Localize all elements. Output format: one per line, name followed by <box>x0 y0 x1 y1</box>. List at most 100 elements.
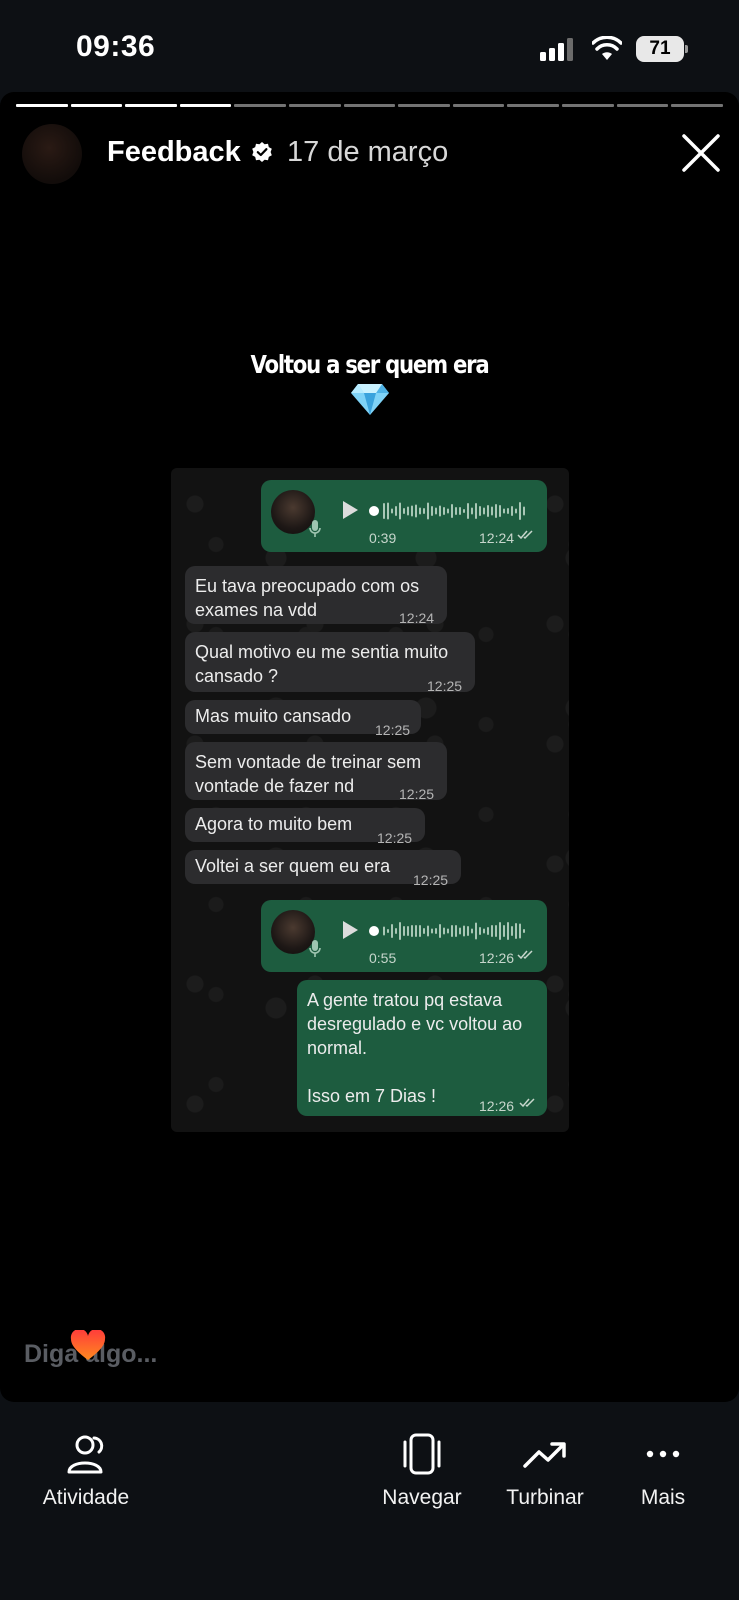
story-date: 17 de março <box>287 136 449 168</box>
waveform-bar <box>475 922 477 940</box>
waveform-bar <box>399 502 401 520</box>
waveform-bar <box>467 503 469 519</box>
waveform-bar <box>523 929 525 933</box>
message-text: Sem vontade de treinar sem vontade de fa… <box>195 752 422 796</box>
waveform-bar <box>391 924 393 938</box>
waveform-bar <box>423 508 425 514</box>
message-time: 12:25 <box>413 872 449 888</box>
waveform-bar <box>451 504 453 518</box>
microphone-icon <box>309 940 321 957</box>
voice-message[interactable]: 0:55 12:26 <box>261 900 547 972</box>
message-time: 12:26 <box>479 1098 515 1114</box>
waveform-bar <box>515 508 517 514</box>
waveform-bar <box>491 925 493 937</box>
waveform-bar <box>395 928 397 934</box>
waveform-bar <box>383 503 385 519</box>
heart-emoji-icon[interactable] <box>70 1330 106 1362</box>
battery-indicator: 71 <box>636 36 688 62</box>
waveform-bar <box>499 505 501 517</box>
incoming-message[interactable]: Eu tava preocupado com os exames na vdd … <box>185 566 447 626</box>
progress-segment <box>562 104 614 107</box>
close-icon[interactable] <box>678 130 724 176</box>
waveform-bar <box>495 504 497 518</box>
progress-segment <box>398 104 450 107</box>
account-name[interactable]: Feedback <box>107 136 241 169</box>
incoming-message[interactable]: Sem vontade de treinar sem vontade de fa… <box>185 742 447 802</box>
waveform-bar <box>471 928 473 934</box>
more-dots-icon <box>646 1450 680 1458</box>
waveform-bar <box>459 927 461 935</box>
incoming-message[interactable]: Qual motivo eu me sentia muito cansado ?… <box>185 632 475 694</box>
boost-label: Turbinar <box>506 1486 584 1509</box>
incoming-message[interactable]: Voltei a ser quem eu era 12:25 <box>185 850 461 888</box>
double-check-icon <box>517 950 533 960</box>
progress-segment <box>616 104 669 107</box>
more-button[interactable]: Mais <box>620 1432 706 1510</box>
voice-duration: 0:55 <box>369 950 397 966</box>
people-icon <box>67 1435 104 1474</box>
waveform-bar <box>475 503 477 519</box>
activity-button[interactable]: Atividade <box>36 1432 136 1510</box>
incoming-message[interactable]: Agora to muito bem 12:25 <box>185 808 425 846</box>
waveform-bar <box>471 507 473 515</box>
waveform-bar <box>443 507 445 515</box>
message-time: 12:24 <box>479 530 515 546</box>
browse-button[interactable]: Navegar <box>372 1432 472 1510</box>
waveform-bar <box>463 925 465 937</box>
progress-segment <box>234 104 287 107</box>
voice-message[interactable]: 0:39 12:24 <box>261 480 547 552</box>
audio-waveform[interactable] <box>369 920 529 942</box>
waveform-bar <box>391 508 393 514</box>
playhead-dot <box>369 926 379 936</box>
message-text: Eu tava preocupado com os exames na vdd <box>195 576 420 620</box>
message-time: 12:25 <box>375 722 411 738</box>
account-avatar[interactable] <box>22 124 82 184</box>
waveform-bar <box>435 928 437 934</box>
waveform-bar <box>431 506 433 516</box>
status-time: 09:36 <box>76 30 156 63</box>
waveform-bar <box>395 506 397 516</box>
waveform-bar <box>455 925 457 937</box>
audio-waveform[interactable] <box>369 500 529 522</box>
progress-segment <box>507 104 560 107</box>
progress-segment <box>16 104 68 107</box>
waveform-bar <box>451 925 453 937</box>
message-time: 12:25 <box>399 786 435 802</box>
message-time: 12:25 <box>427 678 463 694</box>
waveform-bar <box>483 928 485 934</box>
waveform-bar <box>491 506 493 516</box>
waveform-bar <box>463 509 465 513</box>
waveform-bar <box>455 507 457 515</box>
play-icon[interactable] <box>341 920 359 940</box>
waveform-bar <box>487 505 489 517</box>
story-viewer[interactable]: Feedback 17 de março Voltou a ser quem e… <box>0 92 739 1402</box>
waveform-bar <box>427 502 429 520</box>
message-time: 12:24 <box>399 610 435 626</box>
message-text: Voltei a ser quem eu era <box>195 856 391 876</box>
waveform-bar <box>415 504 417 518</box>
waveform-bar <box>479 927 481 935</box>
incoming-message[interactable]: Mas muito cansado 12:25 <box>185 700 421 738</box>
waveform-bar <box>383 926 385 936</box>
waveform-bar <box>519 923 521 939</box>
battery-tip <box>685 45 688 53</box>
progress-segment <box>179 104 232 107</box>
progress-segment <box>452 104 505 107</box>
outgoing-message[interactable]: A gente tratou pq estava desregulado e v… <box>297 980 547 1116</box>
progress-segment <box>125 104 177 107</box>
waveform-bar <box>503 925 505 937</box>
waveform-bar <box>387 502 389 520</box>
bottom-action-bar: Atividade Navegar Turbinar Mais <box>0 1402 739 1600</box>
waveform-bar <box>411 505 413 517</box>
message-text: Mas muito cansado <box>195 706 352 726</box>
waveform-bar <box>523 506 525 516</box>
waveform-bar <box>439 505 441 517</box>
double-check-icon <box>519 1098 535 1108</box>
waveform-bar <box>499 922 501 940</box>
waveform-bar <box>431 928 433 934</box>
waveform-bar <box>443 927 445 935</box>
boost-button[interactable]: Turbinar <box>494 1432 596 1510</box>
play-icon[interactable] <box>341 500 359 520</box>
waveform-bar <box>387 929 389 933</box>
waveform-bar <box>435 507 437 515</box>
